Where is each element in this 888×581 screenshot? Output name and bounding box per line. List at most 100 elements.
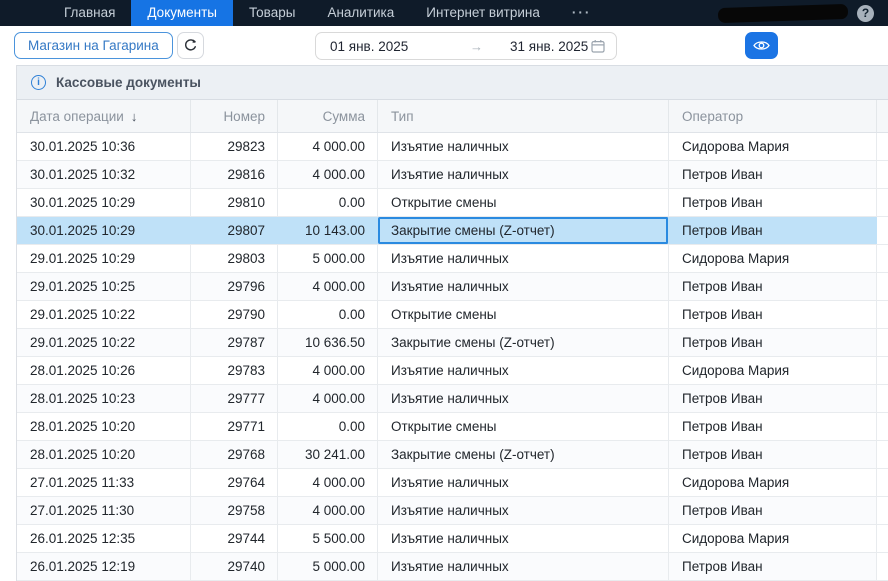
cell-operator[interactable]: Сидорова Мария: [669, 357, 877, 384]
cell-type[interactable]: Изъятие наличных: [378, 525, 669, 552]
cell-operator[interactable]: Петров Иван: [669, 413, 877, 440]
cell-type[interactable]: Изъятие наличных: [378, 497, 669, 524]
cell-date[interactable]: 30.01.2025 10:36: [17, 133, 191, 160]
cell-number[interactable]: 29803: [191, 245, 278, 272]
cell-operator[interactable]: Сидорова Мария: [669, 525, 877, 552]
cell-amount[interactable]: 5 500.00: [278, 525, 378, 552]
refresh-button[interactable]: [177, 32, 204, 59]
tab-more[interactable]: ···: [556, 0, 608, 26]
cell-number[interactable]: 29777: [191, 385, 278, 412]
tab-online-storefront[interactable]: Интернет витрина: [410, 0, 556, 26]
cell-number[interactable]: 29740: [191, 553, 278, 580]
cell-date[interactable]: 26.01.2025 12:19: [17, 553, 191, 580]
cell-date[interactable]: 30.01.2025 10:29: [17, 217, 191, 244]
cell-amount[interactable]: 0.00: [278, 301, 378, 328]
cell-type[interactable]: Закрытие смены (Z-отчет): [378, 329, 669, 356]
cell-number[interactable]: 29771: [191, 413, 278, 440]
table-row[interactable]: 29.01.2025 10:22297900.00Открытие сменыП…: [17, 301, 888, 329]
cell-operator[interactable]: Сидорова Мария: [669, 245, 877, 272]
table-row[interactable]: 30.01.2025 10:36298234 000.00Изъятие нал…: [17, 133, 888, 161]
cell-number[interactable]: 29764: [191, 469, 278, 496]
cell-operator[interactable]: Петров Иван: [669, 553, 877, 580]
cell-operator[interactable]: Петров Иван: [669, 189, 877, 216]
tab-main[interactable]: Главная: [48, 0, 131, 26]
table-row[interactable]: 28.01.2025 10:26297834 000.00Изъятие нал…: [17, 357, 888, 385]
help-icon[interactable]: ?: [857, 5, 874, 22]
cell-date[interactable]: 28.01.2025 10:26: [17, 357, 191, 384]
table-row[interactable]: 30.01.2025 10:29298100.00Открытие сменыП…: [17, 189, 888, 217]
cell-operator[interactable]: Петров Иван: [669, 273, 877, 300]
cell-type[interactable]: Открытие смены: [378, 413, 669, 440]
tab-analytics[interactable]: Аналитика: [311, 0, 410, 26]
cell-operator[interactable]: Петров Иван: [669, 497, 877, 524]
table-row[interactable]: 26.01.2025 12:35297445 500.00Изъятие нал…: [17, 525, 888, 553]
date-to-field[interactable]: 31 янв. 2025: [510, 39, 588, 54]
cell-date[interactable]: 29.01.2025 10:22: [17, 329, 191, 356]
cell-date[interactable]: 26.01.2025 12:35: [17, 525, 191, 552]
table-row[interactable]: 27.01.2025 11:30297584 000.00Изъятие нал…: [17, 497, 888, 525]
cell-number[interactable]: 29807: [191, 217, 278, 244]
table-row[interactable]: 30.01.2025 10:292980710 143.00Закрытие с…: [17, 217, 888, 245]
cell-operator[interactable]: Петров Иван: [669, 217, 877, 244]
cell-amount[interactable]: 5 000.00: [278, 553, 378, 580]
cell-date[interactable]: 27.01.2025 11:30: [17, 497, 191, 524]
cell-type[interactable]: Изъятие наличных: [378, 245, 669, 272]
column-header-date[interactable]: Дата операции ↓: [17, 100, 191, 132]
cell-amount[interactable]: 4 000.00: [278, 133, 378, 160]
tab-products[interactable]: Товары: [233, 0, 311, 26]
cell-type[interactable]: Закрытие смены (Z-отчет): [378, 217, 669, 244]
table-row[interactable]: 29.01.2025 10:25297964 000.00Изъятие нал…: [17, 273, 888, 301]
cell-number[interactable]: 29758: [191, 497, 278, 524]
table-row[interactable]: 28.01.2025 10:23297774 000.00Изъятие нал…: [17, 385, 888, 413]
cell-date[interactable]: 28.01.2025 10:20: [17, 413, 191, 440]
table-row[interactable]: 28.01.2025 10:20297710.00Открытие сменыП…: [17, 413, 888, 441]
cell-operator[interactable]: Сидорова Мария: [669, 469, 877, 496]
cell-amount[interactable]: 0.00: [278, 189, 378, 216]
cell-date[interactable]: 28.01.2025 10:20: [17, 441, 191, 468]
cell-type[interactable]: Открытие смены: [378, 301, 669, 328]
table-row[interactable]: 30.01.2025 10:32298164 000.00Изъятие нал…: [17, 161, 888, 189]
column-header-amount[interactable]: Сумма: [278, 100, 378, 132]
store-selector-button[interactable]: Магазин на Гагарина: [14, 32, 173, 59]
cell-amount[interactable]: 4 000.00: [278, 357, 378, 384]
cell-number[interactable]: 29810: [191, 189, 278, 216]
column-header-type[interactable]: Тип: [378, 100, 669, 132]
cell-date[interactable]: 27.01.2025 11:33: [17, 469, 191, 496]
cell-type[interactable]: Изъятие наличных: [378, 553, 669, 580]
table-row[interactable]: 27.01.2025 11:33297644 000.00Изъятие нал…: [17, 469, 888, 497]
table-row[interactable]: 26.01.2025 12:19297405 000.00Изъятие нал…: [17, 553, 888, 581]
cell-operator[interactable]: Петров Иван: [669, 441, 877, 468]
cell-type[interactable]: Изъятие наличных: [378, 385, 669, 412]
cell-date[interactable]: 29.01.2025 10:22: [17, 301, 191, 328]
cell-number[interactable]: 29823: [191, 133, 278, 160]
cell-date[interactable]: 30.01.2025 10:32: [17, 161, 191, 188]
cell-amount[interactable]: 4 000.00: [278, 273, 378, 300]
cell-number[interactable]: 29787: [191, 329, 278, 356]
column-header-operator[interactable]: Оператор: [669, 100, 877, 132]
table-row[interactable]: 29.01.2025 10:29298035 000.00Изъятие нал…: [17, 245, 888, 273]
cell-operator[interactable]: Сидорова Мария: [669, 133, 877, 160]
cell-operator[interactable]: Петров Иван: [669, 161, 877, 188]
cell-number[interactable]: 29783: [191, 357, 278, 384]
table-row[interactable]: 28.01.2025 10:202976830 241.00Закрытие с…: [17, 441, 888, 469]
cell-type[interactable]: Изъятие наличных: [378, 469, 669, 496]
cell-amount[interactable]: 30 241.00: [278, 441, 378, 468]
cell-amount[interactable]: 4 000.00: [278, 469, 378, 496]
cell-type[interactable]: Изъятие наличных: [378, 133, 669, 160]
cell-amount[interactable]: 4 000.00: [278, 385, 378, 412]
cell-operator[interactable]: Петров Иван: [669, 385, 877, 412]
cell-amount[interactable]: 10 143.00: [278, 217, 378, 244]
cell-number[interactable]: 29790: [191, 301, 278, 328]
table-row[interactable]: 29.01.2025 10:222978710 636.50Закрытие с…: [17, 329, 888, 357]
info-icon[interactable]: i: [31, 75, 46, 90]
cell-date[interactable]: 29.01.2025 10:29: [17, 245, 191, 272]
calendar-icon[interactable]: [591, 39, 605, 53]
cell-date[interactable]: 29.01.2025 10:25: [17, 273, 191, 300]
cell-operator[interactable]: Петров Иван: [669, 301, 877, 328]
cell-date[interactable]: 30.01.2025 10:29: [17, 189, 191, 216]
cell-operator[interactable]: Петров Иван: [669, 329, 877, 356]
cell-number[interactable]: 29796: [191, 273, 278, 300]
cell-type[interactable]: Открытие смены: [378, 189, 669, 216]
cell-number[interactable]: 29744: [191, 525, 278, 552]
cell-number[interactable]: 29816: [191, 161, 278, 188]
